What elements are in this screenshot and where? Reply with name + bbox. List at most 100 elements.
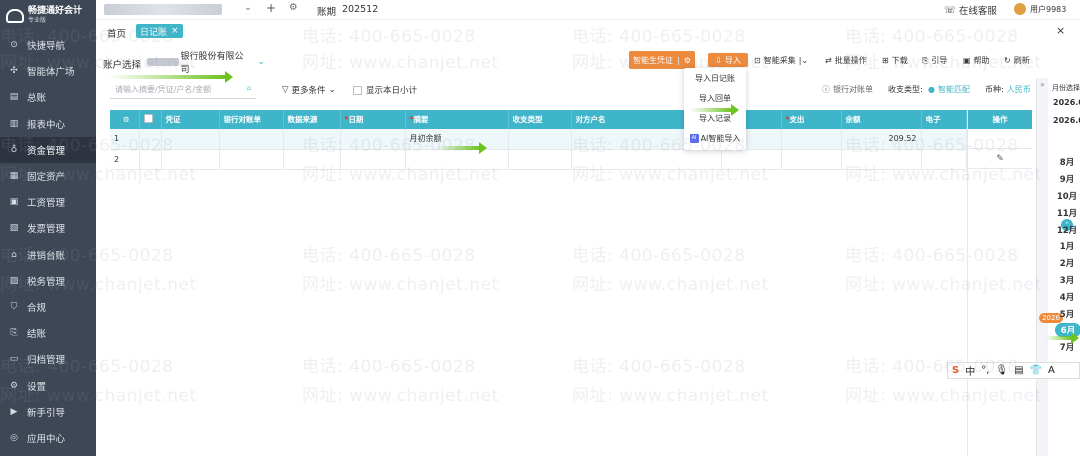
sidebar-item-settings[interactable]: ⚙ 设置 [0,372,96,398]
month-item[interactable]: 9月 [1053,173,1080,185]
period-value[interactable]: 202512 [342,4,378,15]
account-name-blurred [147,58,179,66]
smart-match-toggle[interactable]: ● 智能匹配 [928,84,970,95]
tab-journal[interactable]: 日记账 × [136,24,183,38]
online-service-button[interactable]: ☏ 在线客服 [944,3,997,18]
sidebar-item-agent-plaza[interactable]: ✣ 智能体广场 [0,58,96,84]
close-page-icon[interactable]: × [1056,24,1065,37]
month-item[interactable]: 3月 [1053,274,1080,286]
table-header-row: ⚙ 凭证 银行对账单 数据来源 *日期 *摘要 收支类型 对方户名 *收入 *支… [110,110,967,129]
journal-table: ⚙ 凭证 银行对账单 数据来源 *日期 *摘要 收支类型 对方户名 *收入 *支… [110,110,967,170]
menu-item-ai-import[interactable]: AI AI智能导入 [684,128,746,148]
column-settings-header[interactable]: ⚙ [110,110,140,129]
edit-icon[interactable]: ✎ [968,149,1032,169]
import-button[interactable]: ⇩ 导入 [708,53,748,67]
operation-column: 操作 ✎ [967,110,1032,456]
gear-icon: ⚙ [9,380,19,391]
punctuation-icon[interactable]: °, [981,365,989,376]
font-icon[interactable]: A [1048,365,1055,376]
month-item[interactable]: 1月 [1053,240,1080,252]
batch-operation-button[interactable]: ⇄ 批量操作 [825,55,867,66]
month-item[interactable]: 8月 [1053,156,1080,168]
year-item[interactable]: 2026.0 [1053,98,1080,107]
moneybag-icon: ♁ [10,144,18,155]
refresh-button[interactable]: ↻ 刷新 [1004,55,1030,66]
user-menu[interactable]: 用户9983 [1014,3,1066,15]
sidebar-item-tax[interactable]: ▨ 税务管理 [0,268,96,294]
watermark-phone: 电话: 400-665-0028 [302,357,476,377]
gear-icon[interactable]: ⚙ [123,115,130,124]
help-button[interactable]: ▣ 帮助 [963,55,990,66]
avatar [1014,3,1026,15]
keyboard-icon[interactable]: ▤ [1014,365,1023,376]
menu-item-import-journal[interactable]: 导入日记账 [684,68,746,88]
search-input[interactable]: 请输入摘要/凭证/户名/金额 ⌕ [110,80,256,99]
sidebar-item-invoices[interactable]: ▧ 发票管理 [0,215,96,241]
tab-home[interactable]: 首页 [107,26,126,40]
chinese-mode-icon[interactable]: 中 [965,363,975,378]
gear-icon[interactable]: ⚙ [289,2,298,13]
invoice-icon: ▧ [9,223,19,234]
sidebar-item-fixed-assets[interactable]: ▦ 固定资产 [0,163,96,189]
checkbox[interactable] [353,85,362,95]
month-item[interactable]: 11月 [1053,207,1080,219]
sidebar-item-compliance[interactable]: ⛉ 合规 [0,294,96,320]
year-item[interactable]: 2026.0 [1053,116,1080,125]
summary-cell[interactable] [405,149,509,170]
month-item[interactable]: 2月 [1053,257,1080,269]
app-logo[interactable]: 畅捷通好会计 专业版 [0,0,96,32]
guide-button[interactable]: ⎘ 引导 [922,55,947,66]
month-item[interactable]: 4月 [1053,291,1080,303]
sidebar-item-archive[interactable]: ▭ 归档管理 [0,346,96,372]
select-all-checkbox[interactable] [143,114,153,123]
refresh-icon: ↻ [1004,56,1011,65]
month-item[interactable]: 5月 [1053,308,1080,320]
smart-voucher-button[interactable]: 智能生凭证 | ⚙ [629,51,695,69]
sidebar-item-quick-nav[interactable]: ⊙ 快捷导航 [0,32,96,58]
sidebar-item-funds[interactable]: ♁ 资金管理 [0,136,96,163]
more-conditions-button[interactable]: ▽ 更多条件 ⌄ [282,84,336,96]
skin-icon[interactable]: 👕 [1030,365,1042,376]
sidebar-item-payroll[interactable]: ▣ 工资管理 [0,189,96,215]
sidebar-item-beginner-guide[interactable]: ▶ 新手引导 [0,399,96,425]
guide-icon: ▶ [10,406,18,417]
plus-icon[interactable]: + [266,1,276,15]
sidebar-item-general-ledger[interactable]: ▤ 总账 [0,84,96,110]
search-icon[interactable]: ⌕ [246,83,252,94]
watermark-site: 网址: www.chanjet.net [302,53,499,73]
account-select[interactable]: 银行股份有限公司 ⌄ [147,52,265,75]
watermark-phone: 电话: 400-665-0028 [572,246,746,266]
month-item[interactable]: 12月 [1053,224,1080,236]
smart-collect-button[interactable]: ⊡ 智能采集 |⌄ [754,55,808,66]
sidebar-item-sales-ledger[interactable]: ⌂ 进销台账 [0,242,96,268]
app-name: 畅捷通好会计 [28,6,83,16]
download-button[interactable]: ⊞ 下载 [882,55,908,66]
chevron-down-icon[interactable]: ⌄ [244,2,252,13]
compass-icon: ⊙ [10,40,18,51]
select-all-header[interactable] [139,110,162,129]
close-icon[interactable]: × [171,26,179,36]
company-selector-blurred[interactable] [104,4,222,15]
bank-statement-link[interactable]: ⓘ 银行对账单 [822,84,873,95]
table-row[interactable]: 2 [110,149,967,170]
sidebar-item-reports[interactable]: ▥ 报表中心 [0,111,96,137]
show-daily-subtotal-checkbox[interactable]: 显示本日小计 [353,84,417,96]
column-header-date: *日期 [340,110,406,129]
column-header-data-source: 数据来源 [283,110,341,129]
sidebar-item-app-center[interactable]: ◎ 应用中心 [0,425,96,451]
collapse-panel-icon[interactable]: » [1037,78,1048,456]
top-bar: ⌄ + ⚙ 账期 202512 ☏ 在线客服 用户9983 [96,0,1080,20]
column-header-summary: *摘要 [405,110,509,129]
month-item[interactable]: 10月 [1053,190,1080,202]
sogou-logo-icon[interactable]: S [952,365,959,376]
table-row[interactable]: 1 月初余额 209.52 [110,129,967,150]
watermark-site: 网址: www.chanjet.net [302,386,499,406]
building-icon: ▦ [9,171,19,182]
app-root: 畅捷通好会计 专业版 ⊙ 快捷导航 ✣ 智能体广场 ▤ 总账 ▥ 报表中心 ♁ 资金管理 … [0,0,1080,456]
microphone-icon[interactable]: 🎙 [995,365,1008,376]
payroll-icon: ▣ [9,197,19,208]
currency-select[interactable]: 币种: 人民币 [985,84,1031,95]
ai-icon: AI [689,133,699,143]
column-header-operation: 操作 [968,110,1032,129]
sidebar-item-close-books[interactable]: ⎘ 结账 [0,320,96,346]
